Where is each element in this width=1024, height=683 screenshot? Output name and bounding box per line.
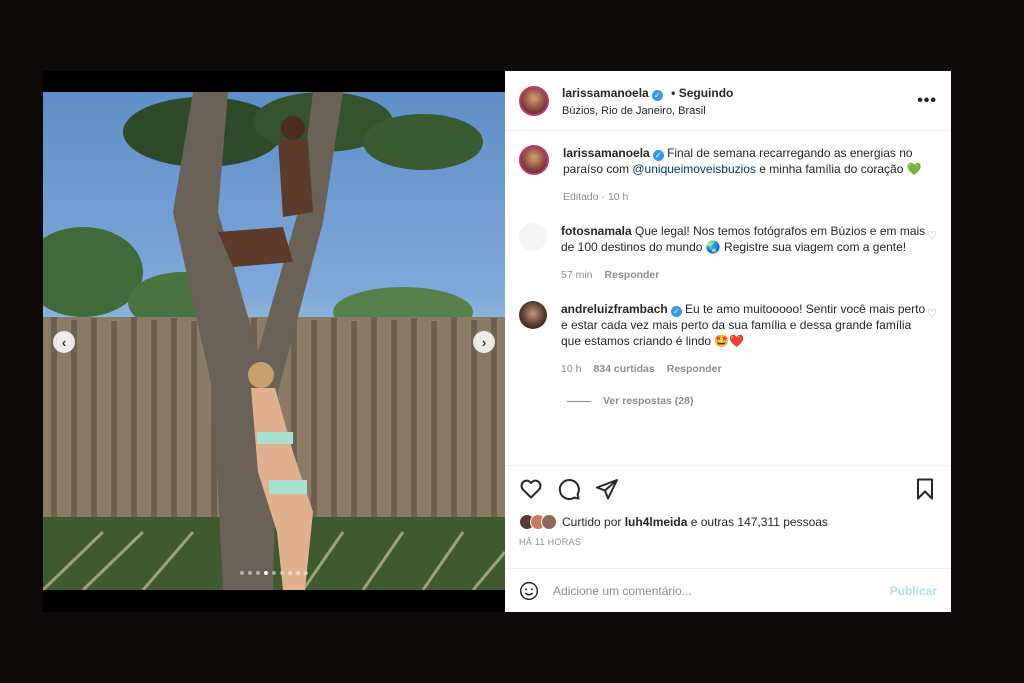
caption-mention-link[interactable]: @uniqueimoveisbuzios (632, 162, 756, 176)
caption-text-after: e minha família do coração (755, 162, 907, 176)
more-options-icon[interactable]: ••• (917, 92, 937, 110)
green-heart-emoji: 💚 (906, 162, 922, 176)
post-timestamp[interactable]: HÁ 11 HORAS (505, 533, 951, 553)
commenter-username[interactable]: andreluizframbach (561, 302, 668, 316)
carousel-dot (272, 571, 276, 575)
author-username[interactable]: larissamanoela (562, 86, 649, 100)
carousel-dots (43, 571, 505, 575)
comments-section: larissamanoela ✓ Final de semana recarreg… (505, 131, 951, 465)
post-location[interactable]: Búzios, Rio de Janeiro, Brasil (562, 104, 733, 118)
carousel-dot (248, 571, 252, 575)
post-media: ‹ › (43, 71, 505, 612)
bookmark-icon[interactable] (913, 477, 937, 501)
carousel-prev-button[interactable]: ‹ (53, 331, 75, 353)
comment-icon[interactable] (557, 477, 581, 501)
commenter-avatar[interactable] (519, 223, 547, 251)
caption-meta: Editado · 10 h (563, 189, 933, 205)
commenter-username[interactable]: fotosnamala (561, 224, 632, 238)
likes-suffix[interactable]: e outras 147,311 pessoas (687, 515, 828, 529)
post-header: larissamanoela ✓ • Seguindo Búzios, Rio d… (505, 71, 951, 131)
commenter-avatar[interactable] (519, 301, 547, 329)
reply-button[interactable]: Responder (605, 267, 660, 283)
likes-text: Curtido por luh4lmeida e outras 147,311 … (562, 515, 828, 529)
caption-body: larissamanoela ✓ Final de semana recarreg… (563, 145, 933, 205)
carousel-next-button[interactable]: › (473, 331, 495, 353)
photo-illustration (43, 92, 505, 590)
caption-edited-time: Editado · 10 h (563, 191, 629, 203)
likes-prefix: Curtido por (562, 515, 625, 529)
comment-time: 10 h (561, 363, 582, 375)
heart-outline-icon[interactable]: ♡ (927, 307, 937, 320)
view-replies-label: Ver respostas (28) (603, 395, 694, 407)
verified-badge-icon: ✓ (670, 306, 682, 317)
comment-meta: 10 h 834 curtidas Responder (561, 361, 931, 377)
carousel-dot (304, 571, 308, 575)
comment-item: fotosnamala Que legal! Nos temos fotógra… (519, 223, 937, 283)
emoji-smiley-icon[interactable] (519, 581, 539, 601)
carousel-dot (256, 571, 260, 575)
reply-button[interactable]: Responder (667, 361, 722, 377)
carousel-dot (296, 571, 300, 575)
caption: larissamanoela ✓ Final de semana recarreg… (519, 145, 937, 205)
author-avatar[interactable] (519, 85, 549, 116)
comment-body: fotosnamala Que legal! Nos temos fotógra… (561, 223, 931, 283)
caption-author-avatar[interactable] (519, 145, 549, 175)
liker-avatar[interactable] (541, 514, 557, 530)
carousel-dot (288, 571, 292, 575)
comment-likes-count[interactable]: 834 curtidas (593, 361, 654, 377)
share-icon[interactable] (595, 477, 619, 501)
liker-username[interactable]: luh4lmeida (625, 515, 688, 529)
post-photo (43, 92, 505, 590)
view-replies-button[interactable]: Ver respostas (28) (567, 395, 937, 407)
publish-button[interactable]: Publicar (890, 584, 937, 598)
carousel-dot (264, 571, 268, 575)
verified-badge-icon: ✓ (652, 150, 664, 161)
likes-summary: Curtido por luh4lmeida e outras 147,311 … (505, 511, 951, 533)
replies-divider (567, 400, 591, 402)
verified-badge-icon: ✓ (651, 89, 663, 101)
follow-status-button[interactable]: • Seguindo (671, 86, 733, 100)
instagram-post: ‹ › larissamanoela ✓ • Seguindo Búzios, R… (43, 71, 951, 612)
carousel-dot (240, 571, 244, 575)
comment-body: andreluizframbach ✓ Eu te amo muitooooo! … (561, 301, 931, 377)
caption-username[interactable]: larissamanoela (563, 146, 650, 160)
comment-time: 57 min (561, 269, 593, 281)
post-actions-bar (505, 465, 951, 511)
comment-item: andreluizframbach ✓ Eu te amo muitooooo! … (519, 301, 937, 377)
carousel-dot (280, 571, 284, 575)
heart-icon[interactable] (519, 477, 543, 501)
post-side-panel: larissamanoela ✓ • Seguindo Búzios, Rio d… (505, 71, 951, 612)
comment-input[interactable] (553, 583, 890, 598)
add-comment-bar: Publicar (505, 568, 951, 612)
author-info: larissamanoela ✓ • Seguindo Búzios, Rio d… (562, 83, 733, 118)
heart-outline-icon[interactable]: ♡ (927, 229, 937, 242)
comment-meta: 57 min Responder (561, 267, 931, 283)
